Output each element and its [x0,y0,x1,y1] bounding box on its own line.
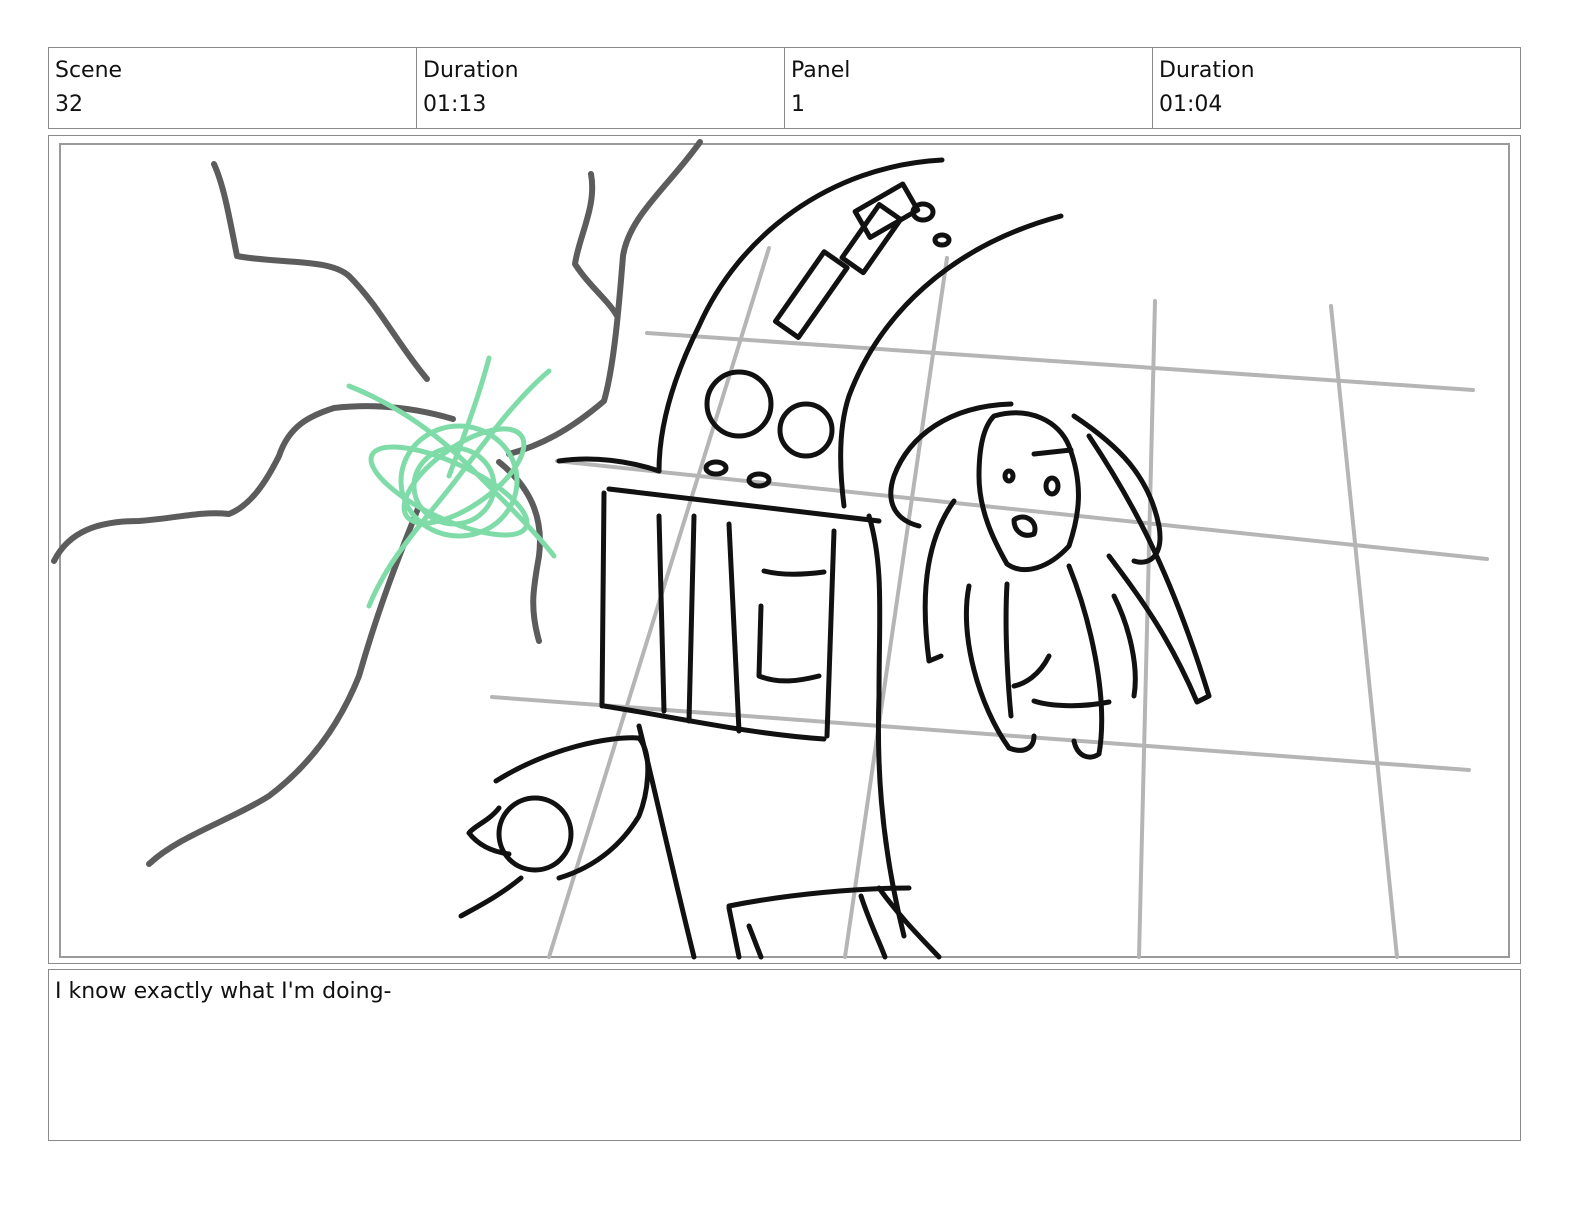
storyboard-sketch [51,139,1510,960]
scene-value: 32 [55,92,83,117]
panel-cell: Panel 1 [785,48,1153,128]
panel-duration-label: Duration [1159,58,1255,83]
control-console [556,157,1064,960]
scene-duration-cell: Duration 01:13 [417,48,785,128]
panel-duration-cell: Duration 01:04 [1153,48,1520,128]
info-header: Scene 32 Duration 01:13 Panel 1 Duration… [48,47,1521,129]
scene-duration-value: 01:13 [423,92,487,117]
dialogue-text: I know exactly what I'm doing- [55,979,392,1004]
panel-value: 1 [791,92,805,117]
storyboard-panel [48,135,1521,964]
scene-label: Scene [55,58,123,83]
inner-frame [59,143,1510,958]
scene-duration-label: Duration [423,58,519,83]
panel-duration-value: 01:04 [1159,92,1223,117]
scene-cell: Scene 32 [49,48,417,128]
floor-grid [490,246,1489,959]
panel-label: Panel [791,58,851,83]
small-character [458,735,651,919]
girl-character [888,401,1212,760]
magic-energy [346,355,557,609]
dialogue-box: I know exactly what I'm doing- [48,969,1521,1141]
